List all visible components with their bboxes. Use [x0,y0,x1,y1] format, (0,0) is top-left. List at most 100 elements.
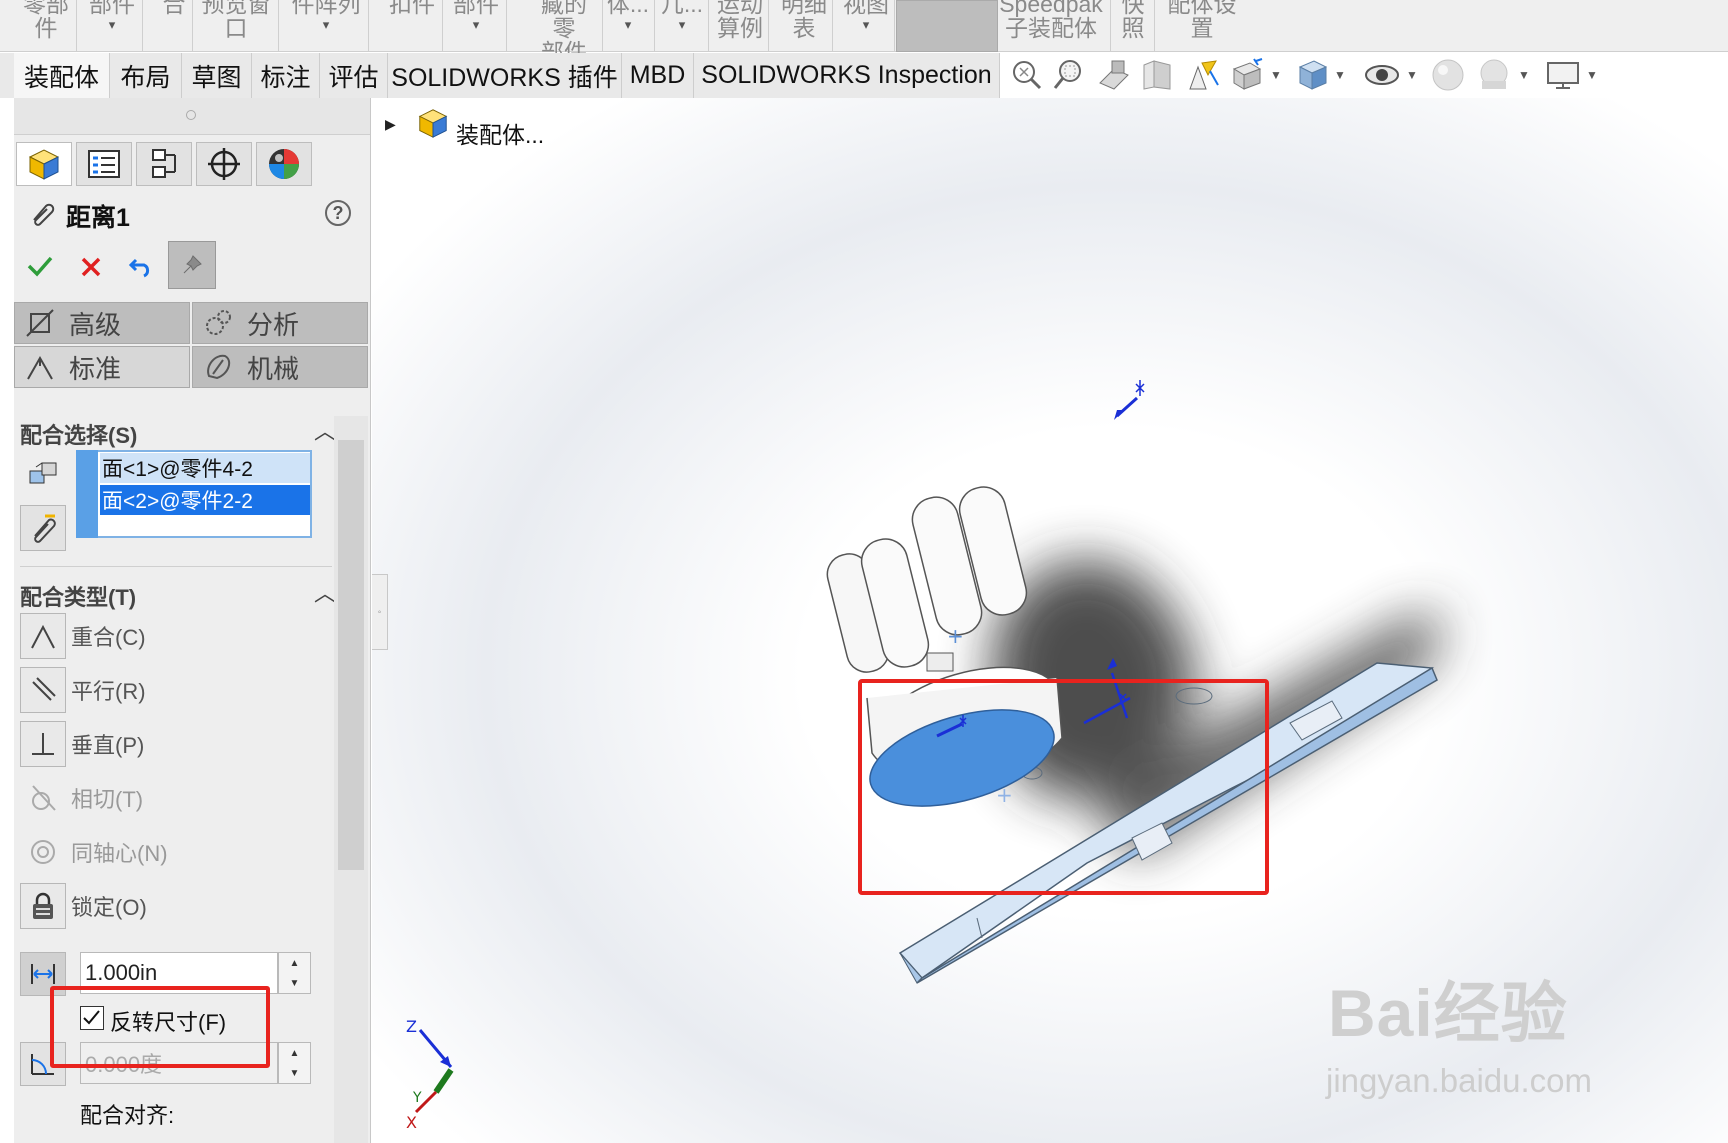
distance-spinner[interactable]: ▲ ▼ [278,952,311,994]
ribbon-button-label: Speedpak [999,0,1103,17]
pin-button[interactable] [168,241,216,289]
mode-analysis-label: 分析 [247,309,300,340]
view-orientation-icon[interactable] [1140,58,1176,92]
zoom-area-icon[interactable] [1052,58,1088,92]
svg-text:+: + [996,783,1013,807]
angle-spinner[interactable]: ▲ ▼ [278,1042,311,1084]
ribbon-button[interactable]: 零部件 [20,0,72,51]
ribbon-separator [76,0,77,51]
mate-selection-item-selected[interactable]: 面<2>@零件2-2 [100,485,310,515]
mate-type-label: 重合(C) [71,625,146,650]
panel-splitter[interactable] [14,98,370,135]
view-settings-icon[interactable]: ▼ [1228,58,1282,92]
ribbon-button[interactable]: 配体设置 [1160,0,1244,51]
monitor-icon[interactable]: ▼ [1544,58,1598,92]
chevron-down-icon[interactable]: ▾ [109,18,116,32]
ribbon-separator [142,0,143,51]
mode-analysis[interactable]: 分析 [192,302,368,344]
mate-type-label: 垂直(P) [71,733,145,758]
ok-button[interactable] [26,254,54,283]
chevron-down-icon[interactable]: ▾ [625,18,632,32]
mate-type-parallel[interactable]: 平行(R) [20,666,146,714]
tab-mbd[interactable]: MBD [622,53,694,98]
chevron-down-icon[interactable]: ▾ [679,18,686,32]
tab-markup[interactable]: 标注 [252,53,320,98]
ribbon-button[interactable]: 部件 ▾ [450,0,502,51]
spin-down-icon[interactable]: ▼ [290,978,300,989]
mate-selection-filter-button[interactable] [20,450,66,496]
standard-mates-icon [25,352,59,382]
spin-up-icon[interactable]: ▲ [290,958,300,969]
mate-selection-item[interactable]: 面<1>@零件4-2 [100,453,310,483]
configuration-manager-tab[interactable] [136,142,192,186]
tab-sketch[interactable]: 草图 [182,53,252,98]
ribbon-button[interactable]: 部件 ▾ [86,0,138,51]
mate-type-tangent[interactable]: 相切(T) [20,774,143,822]
ribbon-button-label: 照 [1121,15,1145,41]
ribbon-button[interactable]: 体... ▾ [606,0,650,51]
ribbon-button[interactable]: 件阵列 ▾ [288,0,364,51]
feature-manager-tab[interactable] [16,142,72,186]
dimxpert-tab[interactable] [196,142,252,186]
mate-type-label: 平行(R) [71,679,146,704]
mode-advanced[interactable]: 高级 [14,302,190,344]
ribbon-separator [1110,0,1111,51]
chevron-down-icon[interactable]: ▾ [863,18,870,32]
mode-mechanical[interactable]: 机械 [192,346,368,388]
collapse-chevron-up-icon[interactable]: ︿ [314,576,336,608]
ribbon-button[interactable]: 几... ▾ [660,0,704,51]
chevron-down-icon[interactable]: ▾ [473,18,480,32]
ribbon-button-label: 件阵列 [291,0,361,17]
mate-type-concentric[interactable]: 同轴心(N) [20,828,168,876]
tab-layout[interactable]: 布局 [110,53,182,98]
cancel-button[interactable] [80,256,102,283]
scene-icon[interactable]: ▼ [1476,58,1530,92]
paperclip-mate-icon [34,514,56,543]
zoom-to-fit-icon[interactable] [1008,58,1044,92]
mate-type-perpendicular[interactable]: 垂直(P) [20,720,144,768]
ribbon-button[interactable]: 快照 [1116,0,1150,51]
spin-up-icon[interactable]: ▲ [290,1048,300,1059]
ribbon-button[interactable]: 藏的零 部件 [530,0,598,64]
display-style-icon[interactable]: ▼ [1294,58,1346,92]
ribbon-button-label: 零部 [23,0,69,17]
ribbon-button[interactable]: 明细表 [780,0,828,51]
mate-type-coincident[interactable]: 重合(C) [20,612,146,660]
tab-evaluate[interactable]: 评估 [320,53,388,98]
ribbon-button-label: 预览窗 [201,0,271,17]
coordinate-triad: Z Y X [406,1017,454,1132]
property-manager-tab[interactable] [76,142,132,186]
ribbon-button[interactable]: 合 [160,0,188,51]
ribbon-button[interactable]: 预览窗口 [198,0,274,51]
ribbon-button-label: 表 [792,15,816,41]
ribbon-separator [708,0,709,51]
ribbon-button[interactable]: 运动 算例 [716,0,764,51]
svg-text:+: + [947,624,964,648]
coincident-icon [20,613,66,659]
display-manager-tab[interactable] [256,142,312,186]
mate-type-lock[interactable]: 锁定(O) [20,882,147,930]
section-view-icon[interactable] [1096,58,1132,92]
appearance-icon[interactable] [1430,58,1468,92]
tab-solidworks-inspection[interactable]: SOLIDWORKS Inspection [694,53,1000,98]
checkmark-icon [27,256,53,277]
ribbon-separator [654,0,655,51]
spin-down-icon[interactable]: ▼ [290,1068,300,1079]
ribbon-button-label: 部件 [453,0,499,17]
hide-show-icon[interactable]: ▼ [1362,58,1418,92]
panel-scroll-thumb[interactable] [338,440,364,870]
mate-pin-button[interactable] [20,505,66,551]
tab-assembly[interactable]: 装配体 [14,53,110,98]
ribbon-button[interactable]: 视图 ▾ [842,0,890,51]
ribbon-button[interactable]: Speedpak 子装配体 [996,0,1106,51]
tab-solidworks-addins[interactable]: SOLIDWORKS 插件 [388,53,622,98]
chevron-down-icon[interactable]: ▾ [323,18,330,32]
dynamic-annotation-icon[interactable] [1184,58,1222,92]
undo-button[interactable] [128,254,154,283]
ribbon-button[interactable]: 扣件 [386,0,438,51]
undo-icon [128,258,150,278]
mate-types-header: 配合类型(T) [20,585,137,610]
mode-standard[interactable]: 标准 [14,346,190,388]
collapse-chevron-up-icon[interactable]: ︿ [314,414,336,446]
help-button[interactable]: ? [325,200,351,226]
